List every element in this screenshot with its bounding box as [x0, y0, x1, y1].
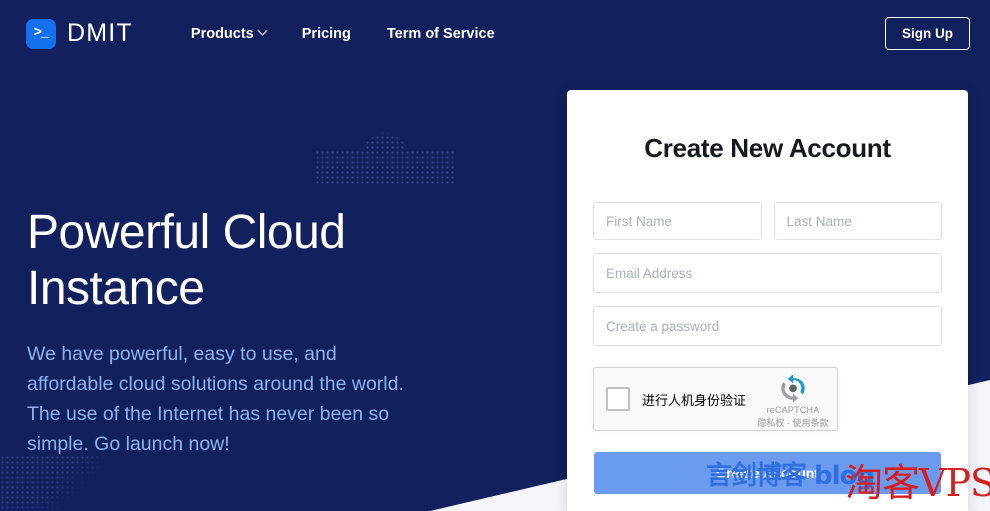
nav-item-tos-label: Term of Service [387, 26, 495, 42]
nav-item-products[interactable]: Products [191, 26, 266, 42]
brand-logo[interactable]: >_ DMIT [26, 19, 133, 49]
navbar: >_ DMIT Products Pricing Term of Service… [0, 0, 990, 67]
email-input[interactable] [593, 253, 942, 293]
name-field-row [593, 202, 942, 240]
terminal-icon: >_ [26, 19, 56, 49]
recaptcha-branding: reCAPTCHA 隐私权 - 使用条款 [757, 374, 829, 429]
signup-card: Create New Account 进行人机身份验证 reCAPTCHA 隐私… [567, 90, 968, 511]
first-name-input[interactable] [593, 202, 762, 240]
last-name-input[interactable] [774, 202, 943, 240]
red-watermark: 淘客VPS [845, 452, 990, 507]
recaptcha-terms-text[interactable]: 隐私权 - 使用条款 [757, 416, 829, 429]
recaptcha-label: 进行人机身份验证 [642, 390, 746, 409]
hero-subtitle: We have powerful, easy to use, and affor… [27, 339, 419, 459]
page-title: Powerful Cloud Instance [27, 205, 447, 317]
signup-card-title: Create New Account [593, 133, 942, 164]
recaptcha-brand-text: reCAPTCHA [757, 405, 829, 415]
hero-title-line-1: Powerful Cloud [27, 205, 447, 261]
brand-name: DMIT [67, 19, 133, 48]
nav-links: Products Pricing Term of Service [191, 26, 495, 42]
nav-item-pricing[interactable]: Pricing [302, 26, 351, 42]
dotted-cloud-decoration [315, 100, 455, 185]
hero-section: Powerful Cloud Instance We have powerful… [27, 205, 447, 459]
dotted-corner-decoration [0, 455, 105, 511]
recaptcha-widget[interactable]: 进行人机身份验证 reCAPTCHA 隐私权 - 使用条款 [593, 367, 838, 431]
nav-item-products-label: Products [191, 26, 254, 42]
chevron-down-icon [257, 26, 267, 36]
recaptcha-icon [778, 374, 808, 404]
page-root: >_ DMIT Products Pricing Term of Service… [0, 0, 990, 511]
recaptcha-checkbox[interactable] [606, 387, 630, 411]
sign-up-button[interactable]: Sign Up [885, 17, 970, 50]
hero-title-line-2: Instance [27, 261, 447, 317]
password-input[interactable] [593, 306, 942, 346]
nav-item-term-of-service[interactable]: Term of Service [387, 26, 495, 42]
nav-item-pricing-label: Pricing [302, 26, 351, 42]
